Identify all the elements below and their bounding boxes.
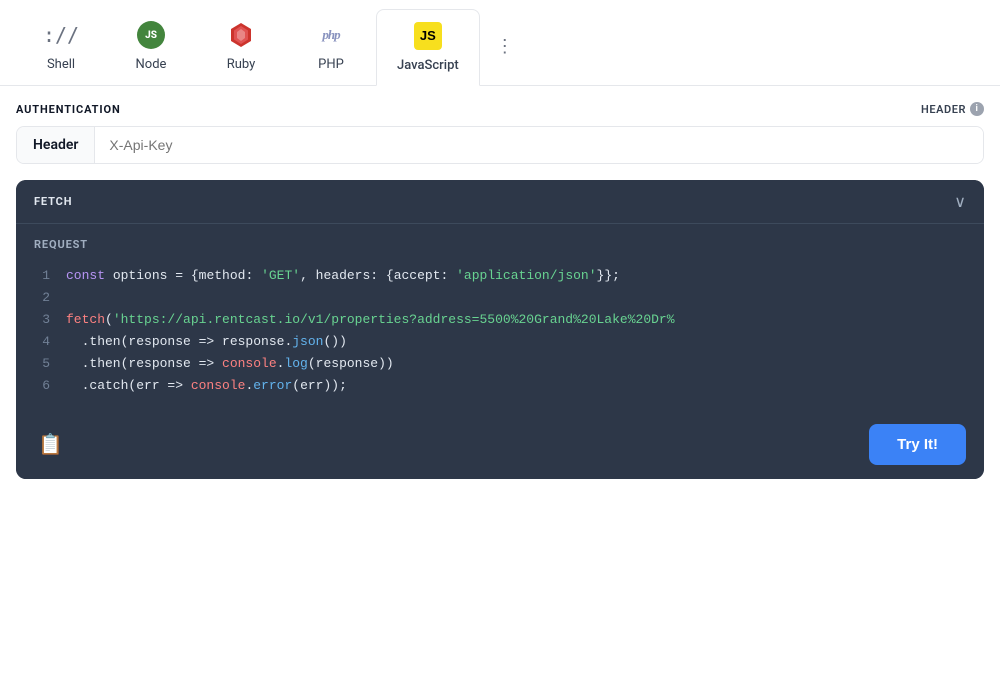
line-num-1: 1 (34, 265, 50, 287)
code-block: 1 const options = {method: 'GET', header… (16, 257, 984, 414)
tab-ruby[interactable]: Ruby (196, 8, 286, 85)
auth-header: AUTHENTICATION HEADER i (16, 102, 984, 116)
tab-node-label: Node (136, 57, 167, 72)
line-content-5: .then(response => console.log(response)) (66, 353, 394, 375)
line-content-4: .then(response => response.json()) (66, 331, 347, 353)
tab-php[interactable]: php PHP (286, 8, 376, 85)
line-num-3: 3 (34, 309, 50, 331)
auth-input-label: Header (17, 127, 95, 163)
more-options-button[interactable]: ⋮ (488, 28, 523, 65)
code-section: FETCH ∨ REQUEST 1 const options = {metho… (16, 180, 984, 479)
chevron-down-icon[interactable]: ∨ (954, 192, 966, 211)
code-line-5: 5 .then(response => console.log(response… (34, 353, 966, 375)
api-key-input[interactable] (95, 127, 983, 163)
shell-icon: :// (45, 19, 77, 51)
request-label: REQUEST (16, 224, 984, 257)
js-icon: JS (412, 20, 444, 52)
code-header: FETCH ∨ (16, 180, 984, 224)
auth-input-row: Header (16, 126, 984, 164)
auth-title: AUTHENTICATION (16, 103, 121, 116)
code-footer: 📋 Try It! (16, 414, 984, 479)
line-num-2: 2 (34, 287, 50, 309)
copy-button[interactable]: 📋 (34, 428, 67, 461)
code-line-4: 4 .then(response => response.json()) (34, 331, 966, 353)
line-num-4: 4 (34, 331, 50, 353)
language-tabs: :// Shell JS Node Ruby php PHP JS JavaSc… (0, 0, 1000, 86)
header-label-text: HEADER (921, 103, 966, 116)
ruby-icon (225, 19, 257, 51)
tab-shell[interactable]: :// Shell (16, 8, 106, 85)
tab-node[interactable]: JS Node (106, 8, 196, 85)
tab-javascript[interactable]: JS JavaScript (376, 9, 480, 86)
fetch-title: FETCH (34, 195, 72, 208)
code-line-2: 2 (34, 287, 966, 309)
tab-javascript-label: JavaScript (397, 58, 459, 73)
line-content-2 (66, 287, 74, 309)
tab-shell-label: Shell (47, 57, 75, 72)
try-it-button[interactable]: Try It! (869, 424, 966, 465)
code-line-1: 1 const options = {method: 'GET', header… (34, 265, 966, 287)
tab-php-label: PHP (318, 57, 344, 72)
line-num-6: 6 (34, 375, 50, 397)
node-icon: JS (135, 19, 167, 51)
line-content-3: fetch('https://api.rentcast.io/v1/proper… (66, 309, 675, 331)
info-icon: i (970, 102, 984, 116)
line-num-5: 5 (34, 353, 50, 375)
code-line-6: 6 .catch(err => console.error(err)); (34, 375, 966, 397)
line-content-6: .catch(err => console.error(err)); (66, 375, 347, 397)
line-content-1: const options = {method: 'GET', headers:… (66, 265, 620, 287)
header-label: HEADER i (921, 102, 984, 116)
tab-ruby-label: Ruby (227, 57, 256, 72)
php-icon: php (315, 19, 347, 51)
auth-section: AUTHENTICATION HEADER i Header (0, 86, 1000, 164)
code-line-3: 3 fetch('https://api.rentcast.io/v1/prop… (34, 309, 966, 331)
